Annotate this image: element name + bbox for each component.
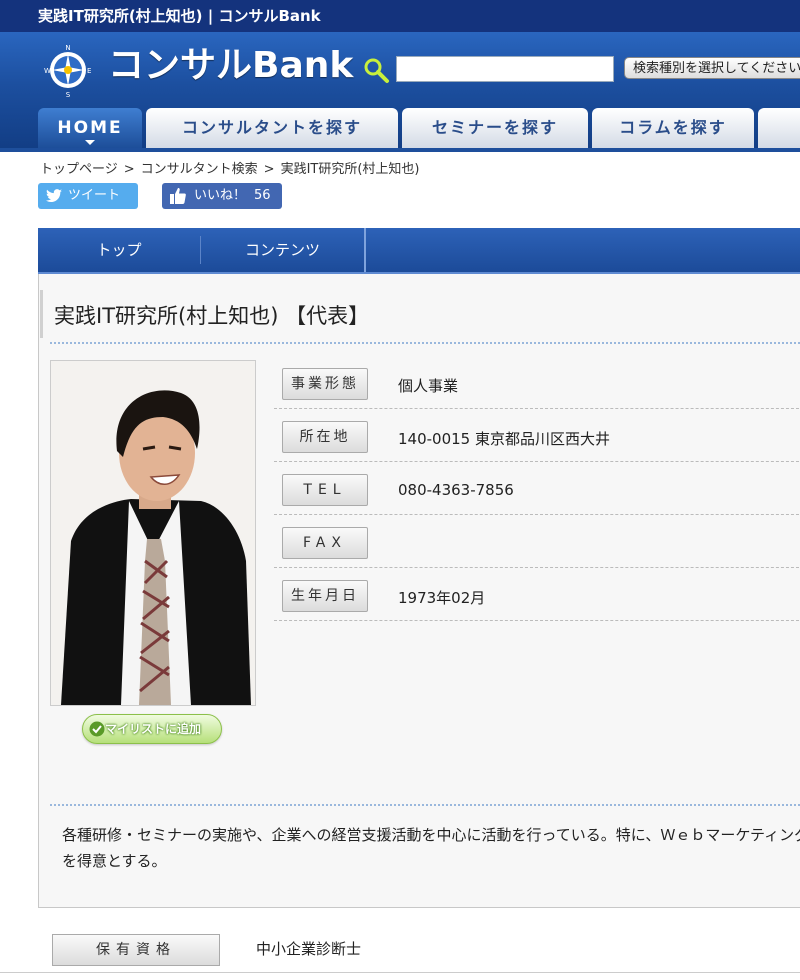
field-label-location: 所在地 — [282, 421, 368, 453]
field-label-birthdate: 生年月日 — [282, 580, 368, 612]
row-divider — [274, 461, 800, 462]
search-icon[interactable] — [362, 56, 390, 84]
subtab-contents[interactable]: コンテンツ — [201, 228, 364, 272]
subtab-top[interactable]: トップ — [38, 228, 200, 272]
tab-more[interactable] — [758, 108, 800, 148]
dotted-divider — [50, 342, 800, 344]
svg-text:W: W — [44, 67, 51, 75]
site-header: N W E S コンサルBank 検索種別を選択してください HOME コンサル… — [0, 32, 800, 152]
field-value-business-type: 個人事業 — [398, 377, 459, 395]
search-type-select[interactable]: 検索種別を選択してください — [624, 57, 800, 79]
field-value-birthdate: 1973年02月 — [398, 589, 486, 607]
tweet-label: ツイート — [68, 188, 121, 203]
portrait-image — [51, 361, 255, 705]
search-input[interactable] — [396, 56, 614, 82]
tab-find-seminar[interactable]: セミナーを探す — [402, 108, 588, 148]
consultant-photo — [50, 360, 256, 706]
like-label: いいね！ — [194, 188, 247, 203]
breadcrumb-item-consultant-search[interactable]: コンサルタント検索 — [141, 162, 258, 177]
tab-find-consultant[interactable]: コンサルタントを探す — [146, 108, 398, 148]
field-label-fax: FAX — [282, 527, 368, 559]
breadcrumb-separator: > — [263, 162, 275, 177]
site-logo-text[interactable]: コンサルBank — [108, 46, 353, 86]
checkmark-circle-icon — [89, 721, 105, 737]
field-label-business-type: 事業形態 — [282, 368, 368, 400]
add-to-mylist-button[interactable]: マイリストに追加 — [82, 714, 222, 744]
like-count: 56 — [254, 188, 271, 203]
field-value-tel: 080-4363-7856 — [398, 481, 514, 499]
row-divider — [274, 408, 800, 409]
tab-home[interactable]: HOME — [38, 108, 142, 148]
bottom-divider — [0, 972, 800, 973]
qualification-value: 中小企業診断士 — [256, 940, 362, 958]
breadcrumb-item-current: 実践IT研究所(村上知也) — [280, 162, 420, 177]
breadcrumb: トップページ > コンサルタント検索 > 実践IT研究所(村上知也) — [40, 158, 420, 177]
field-value-location: 140-0015 東京都品川区西大井 — [398, 430, 610, 448]
twitter-bird-icon — [46, 189, 62, 202]
profile-subnav: トップ コンテンツ — [38, 228, 800, 274]
mylist-label: マイリストに追加 — [105, 722, 202, 736]
breadcrumb-item-top[interactable]: トップページ — [40, 162, 118, 177]
row-divider — [274, 514, 800, 515]
like-button[interactable]: いいね！ 56 — [162, 183, 282, 209]
row-divider — [274, 620, 800, 621]
dotted-divider — [50, 804, 800, 806]
title-accent-bar — [40, 290, 43, 338]
nav-underline — [0, 148, 800, 152]
window-title: 実践IT研究所(村上知也) | コンサルBank — [0, 0, 800, 32]
svg-text:N: N — [65, 44, 70, 52]
row-divider — [274, 567, 800, 568]
page-title: 実践IT研究所(村上知也) 【代表】 — [54, 304, 370, 328]
svg-text:E: E — [87, 67, 91, 75]
tweet-button[interactable]: ツイート — [38, 183, 138, 209]
thumbs-up-icon — [170, 188, 186, 204]
compass-logo-icon[interactable]: N W E S — [40, 42, 96, 98]
subnav-divider — [364, 228, 366, 272]
breadcrumb-separator: > — [123, 162, 135, 177]
field-label-tel: TEL — [282, 474, 368, 506]
tab-find-column[interactable]: コラムを探す — [592, 108, 754, 148]
svg-text:S: S — [66, 91, 71, 98]
profile-description: 各種研修・セミナーの実施や、企業への経営支援活動を中心に活動を行っている。特に、… — [62, 826, 800, 870]
qualification-label: 保有資格 — [52, 934, 220, 966]
